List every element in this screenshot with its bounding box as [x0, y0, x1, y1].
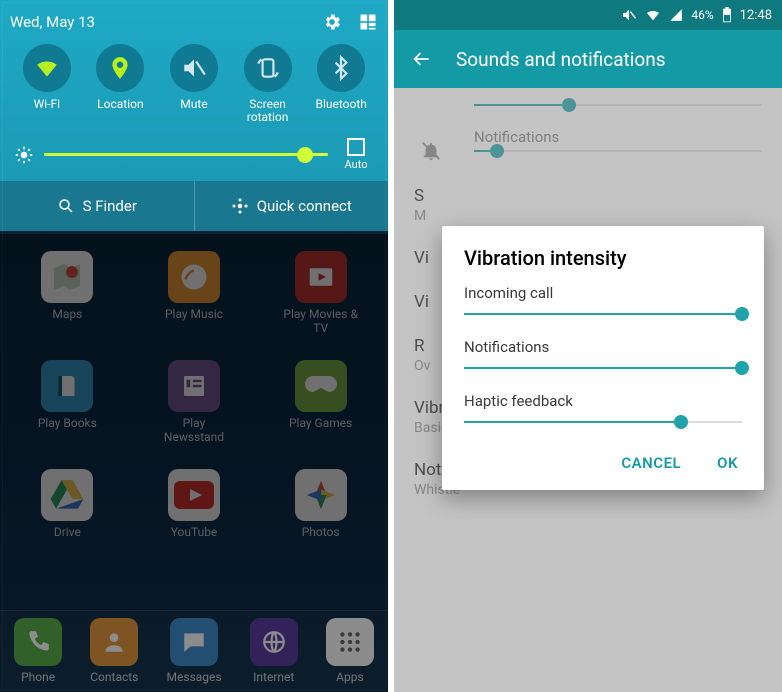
statusbar: 46% 12:48 — [394, 0, 782, 30]
dock-messages[interactable]: Messages — [167, 618, 222, 685]
app-grid: MapsPlay MusicPlay Movies &TVPlay BooksP… — [0, 231, 388, 543]
vibration-intensity-dialog: Vibration intensity Incoming call Notific… — [442, 226, 764, 490]
app-youtube[interactable]: YouTube — [135, 469, 254, 540]
ok-button[interactable]: OK — [713, 446, 742, 480]
back-icon[interactable] — [412, 49, 432, 69]
app-play-books[interactable]: Play Books — [8, 360, 127, 445]
dock-apps-drawer[interactable]: Apps — [326, 618, 374, 685]
dialog-slider-label: Incoming call — [464, 284, 742, 302]
appbar: Sounds and notifications — [394, 30, 782, 88]
wifi-icon — [645, 7, 661, 23]
brightness-slider[interactable] — [44, 153, 328, 156]
dialog-slider[interactable] — [464, 412, 742, 432]
app-play-games[interactable]: Play Games — [261, 360, 380, 445]
dialog-slider[interactable] — [464, 304, 742, 324]
dock-internet[interactable]: Internet — [250, 618, 298, 685]
dock-contacts[interactable]: Contacts — [90, 618, 138, 685]
dialog-slider-label: Haptic feedback — [464, 392, 742, 410]
app-maps[interactable]: Maps — [8, 251, 127, 336]
mute-icon — [621, 7, 637, 23]
app-drive[interactable]: Drive — [8, 469, 127, 540]
app-play-music[interactable]: Play Music — [135, 251, 254, 336]
app-play-movies[interactable]: Play Movies &TV — [261, 251, 380, 336]
page-title: Sounds and notifications — [456, 48, 666, 71]
dock-phone[interactable]: Phone — [14, 618, 62, 685]
app-play-newsstand[interactable]: PlayNewsstand — [135, 360, 254, 445]
app-photos[interactable]: Photos — [261, 469, 380, 540]
dialog-slider[interactable] — [464, 358, 742, 378]
clock: 12:48 — [740, 8, 772, 23]
dock: Phone Contacts Messages Internet Apps — [0, 610, 388, 692]
battery-percent: 46% — [691, 8, 713, 22]
cancel-button[interactable]: CANCEL — [617, 446, 685, 480]
dialog-title: Vibration intensity — [464, 246, 742, 270]
dialog-slider-label: Notifications — [464, 338, 742, 356]
battery-icon — [722, 7, 732, 23]
signal-icon — [669, 8, 683, 22]
